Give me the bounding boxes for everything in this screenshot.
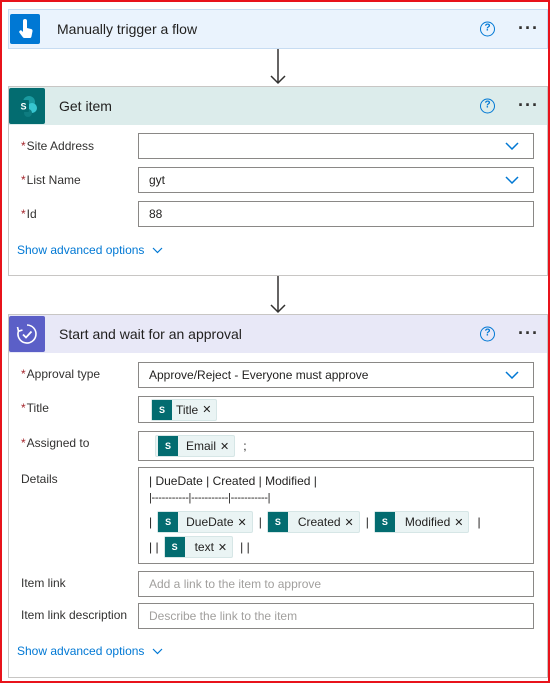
approval-type-dropdown[interactable]: Approve/Reject - Everyone must approve [138,362,534,388]
approval-icon [9,316,45,352]
pipe-text: | | [240,540,250,554]
get-item-title: Get item [59,98,112,114]
assigned-to-input[interactable]: S Email ✕ ; [138,431,534,461]
more-options-icon[interactable]: ··· [518,18,539,39]
get-item-header[interactable]: S Get item ? ··· [9,87,547,125]
pipe-text: | | [149,540,159,554]
chevron-down-icon [505,371,519,379]
show-advanced-options-label: Show advanced options [17,644,145,658]
item-link-description-input[interactable]: Describe the link to the item [138,603,534,629]
approval-card[interactable]: Start and wait for an approval ? ··· *Ap… [8,314,548,678]
pipe-text: | [149,515,153,529]
show-advanced-options-link[interactable]: Show advanced options [17,644,163,658]
title-token[interactable]: S Title ✕ [151,398,218,421]
chevron-down-icon [505,176,519,184]
help-icon[interactable]: ? [480,21,495,37]
item-link-description-label: Item link description [21,608,128,622]
approval-title: Start and wait for an approval [59,326,242,342]
item-link-input[interactable]: Add a link to the item to approve [138,571,534,597]
touch-icon [10,14,40,44]
chevron-down-icon [153,247,163,253]
approval-header[interactable]: Start and wait for an approval ? ··· [9,315,547,353]
sharepoint-icon: S [9,88,45,124]
details-label: Details [21,472,58,486]
assigned-to-separator: ; [243,439,247,453]
modified-token-label: Modified [404,515,451,529]
help-icon[interactable]: ? [480,326,495,342]
chevron-down-icon [505,142,519,150]
remove-token-icon[interactable]: ✕ [220,440,229,453]
details-token-row: | | S text ✕ | | [149,535,533,559]
approval-type-value: Approve/Reject - Everyone must approve [149,368,369,382]
trigger-card[interactable]: Manually trigger a flow ? ··· [8,9,548,49]
sharepoint-icon: S [374,512,395,532]
sharepoint-icon: S [164,537,185,557]
duedate-token[interactable]: S DueDate ✕ [157,511,253,533]
remove-token-icon[interactable]: ✕ [218,541,227,554]
title-label: *Title [21,401,49,415]
pipe-text: | [365,515,369,529]
item-link-description-placeholder: Describe the link to the item [149,609,298,623]
sharepoint-icon: S [158,436,178,456]
site-address-label: *Site Address [21,139,95,153]
trigger-title: Manually trigger a flow [57,21,198,37]
duedate-token-label: DueDate [186,515,234,529]
remove-token-icon[interactable]: ✕ [454,516,463,529]
sharepoint-icon: S [158,512,179,532]
flow-arrow-icon [270,49,286,85]
help-icon[interactable]: ? [480,98,495,114]
created-token[interactable]: S Created ✕ [266,511,360,533]
trigger-header[interactable]: Manually trigger a flow ? ··· [9,10,547,48]
remove-token-icon[interactable]: ✕ [238,516,247,529]
assigned-to-label: *Assigned to [21,436,90,450]
item-link-placeholder: Add a link to the item to approve [149,577,322,591]
pipe-text: | [477,515,481,529]
sharepoint-icon: S [267,512,288,532]
id-input[interactable]: 88 [138,201,534,227]
details-textarea[interactable]: | DueDate | Created | Modified | |------… [138,467,534,564]
list-name-value: gyt [149,173,166,187]
show-advanced-options-link[interactable]: Show advanced options [17,243,163,257]
item-link-label: Item link [21,576,66,590]
list-name-label: *List Name [21,173,81,187]
sharepoint-icon: S [152,399,172,420]
details-token-row: | S DueDate ✕ | S Created ✕ | S Modified… [149,510,533,534]
remove-token-icon[interactable]: ✕ [202,403,211,416]
title-token-label: Title [176,402,199,417]
title-input[interactable]: S Title ✕ [138,396,534,423]
modified-token[interactable]: S Modified ✕ [373,511,470,533]
id-label: *Id [21,207,37,221]
show-advanced-options-label: Show advanced options [17,243,145,257]
more-options-icon[interactable]: ··· [518,95,539,116]
chevron-down-icon [153,648,163,654]
approval-type-label: *Approval type [21,367,101,381]
get-item-card[interactable]: S Get item ? ··· *Site Address *List Nam… [8,86,548,276]
text-token[interactable]: S text ✕ [163,536,234,558]
created-token-label: Created [297,515,341,529]
id-value: 88 [149,207,163,221]
list-name-dropdown[interactable]: gyt [138,167,534,193]
details-line: |-----------|-----------|-----------| [149,492,271,504]
details-line: | DueDate | Created | Modified | [149,474,317,488]
remove-token-icon[interactable]: ✕ [345,516,354,529]
svg-text:S: S [20,102,26,112]
text-token-label: text [194,540,214,554]
more-options-icon[interactable]: ··· [518,323,539,344]
site-address-dropdown[interactable] [138,133,534,159]
email-token-label: Email [186,439,217,453]
flow-arrow-icon [270,276,286,314]
pipe-text: | [258,515,262,529]
email-token[interactable]: S Email ✕ [155,435,236,457]
